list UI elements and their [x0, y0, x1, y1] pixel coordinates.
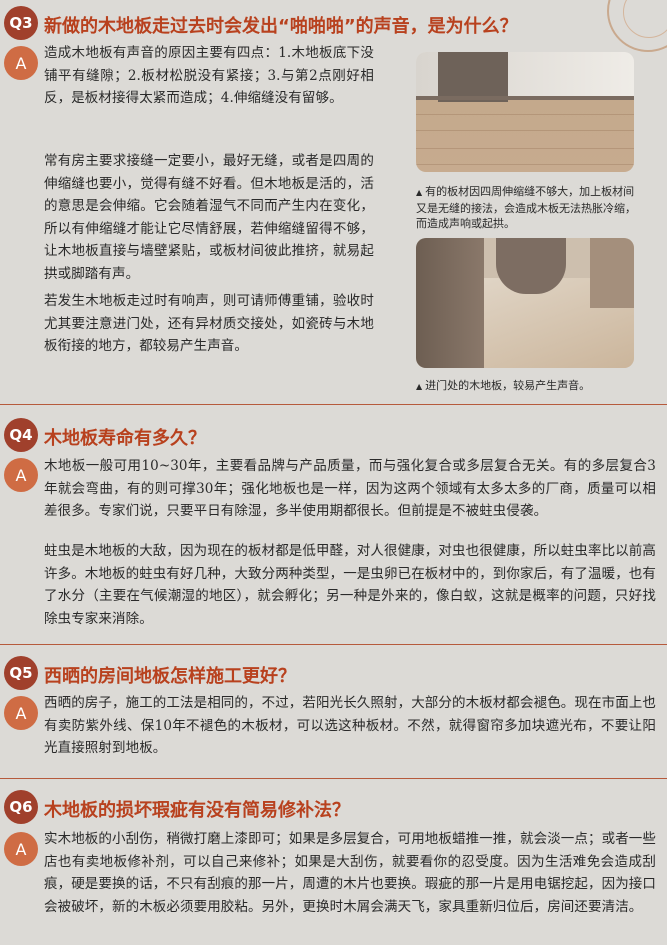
triangle-bullet-icon: ▲: [416, 188, 423, 197]
q5-badge: Q5: [4, 656, 38, 690]
section-divider: [0, 404, 667, 405]
section-divider: [0, 778, 667, 779]
q3-badge: Q3: [4, 6, 38, 40]
q4-title: 木地板寿命有多久？: [44, 428, 206, 449]
floor-photo-doorway: [416, 238, 634, 368]
q6-badge: Q6: [4, 790, 38, 824]
page: Q3 新做的木地板走过去时会发出“啪啪啪”的声音，是为什么？ A 造成木地板有声…: [0, 0, 667, 945]
q3-paragraph-3: 若发生木地板走过时有响声，则可请师傅重铺，验收时尤其要注意进门处，还有异材质交接…: [44, 293, 374, 354]
caption-1-text: 有的板材因四周伸缩缝不够大，加上板材间又是无缝的接法，会造成木板无法热胀冷缩，而…: [416, 185, 636, 230]
q3-paragraph-1: 造成木地板有声音的原因主要有四点：1.木地板底下没铺平有缝隙；2.板材松脱没有紧…: [44, 45, 374, 106]
q4-paragraph-1: 木地板一般可用10~30年，主要看品牌与产品质量，而与强化复合或多层复合无关。有…: [44, 458, 656, 519]
q4-answer-badge: A: [4, 458, 38, 492]
q4-paragraph-2: 蛀虫是木地板的大敌，因为现在的板材都是低甲醛，对人很健康，对虫也很健康，所以蛀虫…: [44, 543, 656, 627]
q3-paragraph-2: 常有房主要求接缝一定要小，最好无缝，或者是四周的伸缩缝也要小，觉得有缝不好看。但…: [44, 153, 374, 282]
q3-answer-badge: A: [4, 46, 38, 80]
caption-2-text: 进门处的木地板，较易产生声音。: [425, 379, 591, 392]
q5-answer-badge: A: [4, 696, 38, 730]
q6-answer-badge: A: [4, 832, 38, 866]
section-divider: [0, 644, 667, 645]
q5-title: 西晒的房间地板怎样施工更好？: [44, 666, 296, 687]
q4-badge: Q4: [4, 418, 38, 452]
q5-paragraph-1: 西晒的房子，施工的工法是相同的，不过，若阳光长久照射，大部分的木板材都会褪色。现…: [44, 695, 656, 756]
q6-paragraph-1: 实木地板的小刮伤，稍微打磨上漆即可；如果是多层复合，可用地板蜡推一推，就会淡一点…: [44, 831, 656, 915]
q3-title: 新做的木地板走过去时会发出“啪啪啪”的声音，是为什么？: [44, 16, 518, 37]
triangle-bullet-icon: ▲: [416, 382, 423, 391]
floor-photo-room: [416, 52, 634, 172]
caption-1: ▲ 有的板材因四周伸缩缝不够大，加上板材间又是无缝的接法，会造成木板无法热胀冷缩，…: [416, 184, 636, 232]
q6-title: 木地板的损坏瑕疵有没有简易修补法？: [44, 800, 350, 821]
caption-2: ▲ 进门处的木地板，较易产生声音。: [416, 378, 636, 395]
